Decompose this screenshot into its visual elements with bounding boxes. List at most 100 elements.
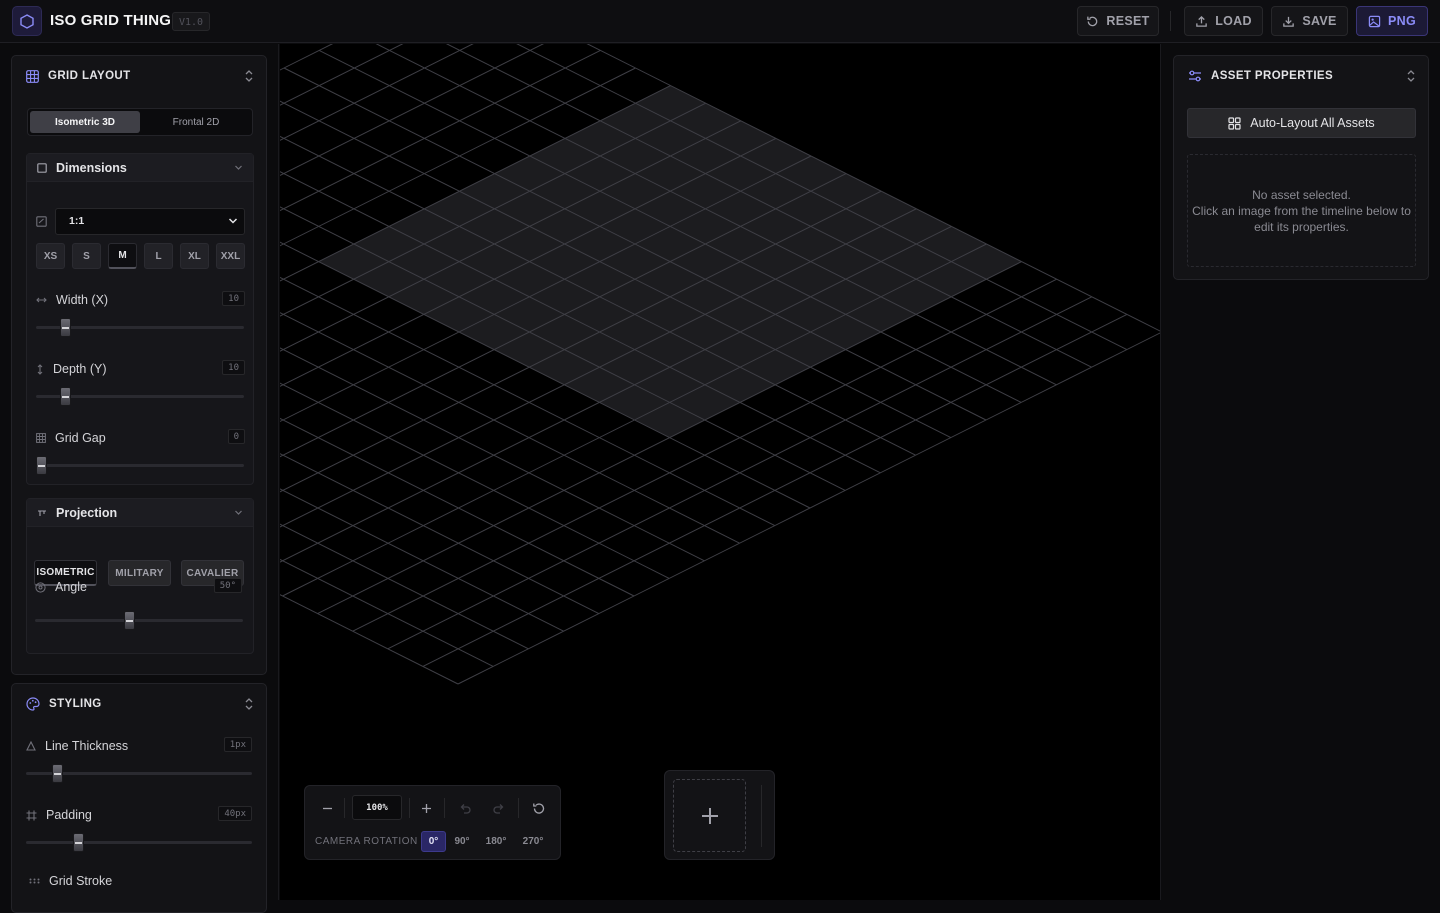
size-xs-button[interactable]: XS (36, 243, 65, 269)
grid-gap-label-text: Grid Gap (55, 431, 106, 445)
grid-layout-panel: GRID LAYOUT Isometric 3D Frontal 2D Dime… (11, 55, 267, 675)
empty-asset-title: No asset selected. (1252, 187, 1351, 202)
rotation-270-button[interactable]: 270° (520, 831, 546, 852)
save-button[interactable]: SAVE (1271, 6, 1348, 36)
size-m-button[interactable]: M (108, 243, 137, 269)
asset-properties-header[interactable]: ASSET PROPERTIES (1174, 56, 1428, 96)
depth-label-text: Depth (Y) (53, 362, 107, 376)
zoom-out-button[interactable] (317, 798, 337, 818)
toolbar-divider (444, 798, 445, 818)
styling-panel: STYLING Line Thickness 1px Padding 40px … (11, 683, 267, 913)
toolbar-divider (518, 798, 519, 818)
reset-icon (1087, 16, 1098, 26)
toolbar-divider (409, 798, 410, 818)
grid-gap-slider[interactable] (36, 464, 244, 467)
expand-collapse-icon[interactable] (1406, 69, 1416, 83)
expand-collapse-icon[interactable] (244, 697, 254, 711)
padding-value: 40px (218, 806, 252, 821)
export-png-button[interactable]: PNG (1356, 6, 1428, 36)
view-mode-isometric[interactable]: Isometric 3D (30, 111, 140, 133)
dimensions-header[interactable]: Dimensions (27, 154, 253, 182)
horizontal-arrows-icon (36, 297, 47, 303)
depth-value: 10 (222, 360, 245, 375)
depth-slider-thumb[interactable] (59, 387, 71, 406)
padding-slider-thumb[interactable] (73, 833, 85, 852)
projection-military-button[interactable]: MILITARY (108, 560, 171, 586)
frame-icon (26, 810, 37, 820)
view-mode-frontal[interactable]: Frontal 2D (141, 111, 251, 133)
width-slider-thumb[interactable] (59, 318, 71, 337)
version-badge: V1.0 (172, 12, 211, 31)
download-icon (1283, 16, 1295, 27)
rotation-0-button[interactable]: 0° (421, 831, 446, 852)
grid-line (280, 594, 459, 685)
sliders-icon (1189, 70, 1201, 82)
top-bar: ISO GRID THING V1.0 RESET LOAD SAVE PNG (0, 0, 1440, 43)
app-title: ISO GRID THING (50, 12, 172, 29)
load-button[interactable]: LOAD (1184, 6, 1263, 36)
dimensions-title: Dimensions (56, 160, 127, 175)
reset-button[interactable]: RESET (1077, 6, 1159, 36)
right-sidebar: ASSET PROPERTIES Auto-Layout All Assets … (1160, 44, 1440, 900)
undo-button[interactable] (455, 798, 475, 818)
projection-header[interactable]: Projection (27, 499, 253, 527)
grid-layout-header[interactable]: GRID LAYOUT (12, 56, 266, 96)
angle-label: Angle (35, 580, 87, 594)
expand-collapse-icon[interactable] (244, 69, 254, 83)
grid-icon (36, 433, 46, 443)
asset-properties-panel: ASSET PROPERTIES Auto-Layout All Assets … (1173, 55, 1429, 280)
empty-asset-hint: Click an image from the timeline below t… (1192, 203, 1411, 234)
size-l-button[interactable]: L (144, 243, 173, 269)
styling-header[interactable]: STYLING (12, 684, 266, 724)
grid-line (280, 558, 494, 667)
aspect-ratio-value: 1:1 (69, 215, 85, 227)
aspect-ratio-select[interactable]: 1:1 (55, 208, 245, 235)
reset-view-button[interactable] (528, 798, 548, 818)
auto-layout-button[interactable]: Auto-Layout All Assets (1187, 108, 1416, 138)
app-logo (12, 6, 42, 36)
size-xl-button[interactable]: XL (180, 243, 209, 269)
rotate-icon (532, 802, 544, 814)
plus-icon (421, 803, 431, 813)
chevron-down-icon (235, 510, 242, 515)
redo-button[interactable] (489, 798, 509, 818)
square-icon (37, 162, 47, 173)
palette-icon (26, 697, 40, 711)
asset-properties-title: ASSET PROPERTIES (1211, 70, 1334, 82)
auto-layout-label: Auto-Layout All Assets (1250, 116, 1375, 130)
asset-timeline (664, 770, 775, 860)
camera-rotation-label: CAMERA ROTATION (315, 836, 418, 847)
line-thickness-label-text: Line Thickness (45, 739, 129, 753)
save-button-label: SAVE (1302, 14, 1337, 28)
zoom-in-button[interactable] (416, 798, 436, 818)
export-png-label: PNG (1388, 14, 1416, 28)
grid-gap-value: 0 (227, 429, 245, 444)
add-asset-button[interactable] (673, 779, 746, 852)
rotation-180-button[interactable]: 180° (483, 831, 509, 852)
dimensions-section: Dimensions 1:1 XS S M L XL XXL Width (X)… (26, 153, 254, 485)
grid-icon (26, 69, 39, 83)
grid-gap-slider-thumb[interactable] (36, 456, 47, 475)
angle-slider[interactable] (35, 619, 243, 622)
size-s-button[interactable]: S (72, 243, 101, 269)
line-thickness-slider-thumb[interactable] (51, 764, 63, 783)
padding-slider[interactable] (26, 841, 252, 844)
angle-slider-thumb[interactable] (123, 611, 135, 630)
triangle-icon (26, 741, 36, 751)
aspect-ratio-icon (36, 216, 47, 227)
timeline-divider (761, 785, 762, 847)
depth-label: Depth (Y) (36, 362, 107, 376)
size-xxl-button[interactable]: XXL (216, 243, 245, 269)
projection-icon (38, 509, 46, 516)
hexagon-icon (20, 13, 34, 29)
toolbar-divider (344, 798, 345, 818)
styling-title: STYLING (49, 698, 102, 710)
undo-icon (460, 803, 471, 814)
projection-title: Projection (56, 505, 118, 520)
grid-layout-title: GRID LAYOUT (48, 70, 131, 82)
zoom-level[interactable]: 100% (352, 795, 402, 820)
toolbar-divider (1170, 11, 1171, 31)
rotation-90-button[interactable]: 90° (451, 831, 473, 852)
upload-icon (1196, 15, 1207, 27)
grid-gap-label: Grid Gap (36, 431, 106, 445)
